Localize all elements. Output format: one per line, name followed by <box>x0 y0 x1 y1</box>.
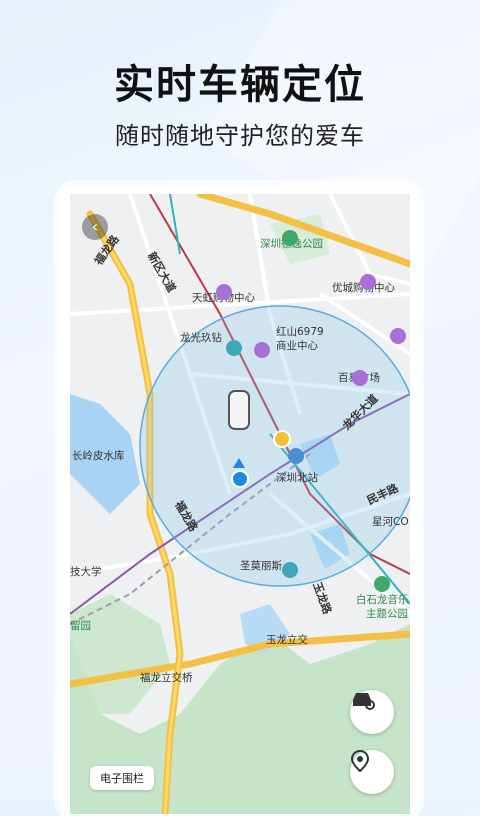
station-pin-icon <box>288 448 304 464</box>
shopping-pin-icon <box>216 284 232 300</box>
locate-button[interactable] <box>350 750 394 794</box>
building-pin-icon <box>226 340 242 356</box>
phone-mockup: ‹ 深圳德逸公园 天虹购物中心 优城购物中心 龙光玖钻 红山6979 商业中心 … <box>60 186 418 816</box>
page-title: 实时车辆定位 <box>114 62 366 108</box>
poi-hongshan-2: 商业中心 <box>276 340 318 352</box>
poi-longguang: 龙光玖钻 <box>180 332 222 344</box>
poi-baishilong-1: 白石龙音乐 <box>356 594 409 606</box>
location-icon <box>350 750 370 772</box>
poi-park-left: 留园 <box>70 620 91 632</box>
heading-arrow-icon <box>233 458 245 468</box>
car-marker-icon[interactable] <box>228 390 250 430</box>
geofence-button[interactable]: 电子围栏 <box>90 766 154 790</box>
shopping-pin-icon <box>352 370 368 386</box>
poi-shengmo: 圣莫丽斯 <box>240 560 282 572</box>
poi-baishilong-2: 主题公园 <box>366 608 408 620</box>
poi-university: 技大学 <box>70 566 102 578</box>
park-pin-icon <box>282 230 298 246</box>
car-search-button[interactable] <box>350 690 394 734</box>
shopping-pin-icon <box>390 328 406 344</box>
poi-yulong-interchange: 玉龙立交 <box>266 634 308 646</box>
map-view[interactable]: ‹ 深圳德逸公园 天虹购物中心 优城购物中心 龙光玖钻 红山6979 商业中心 … <box>70 194 410 814</box>
poi-changling: 长岭皮水库 <box>72 450 125 462</box>
back-button[interactable]: ‹ <box>82 214 108 240</box>
poi-hongshan-1: 红山6979 <box>276 326 324 338</box>
poi-shenzhen-north: 深圳北站 <box>276 472 318 484</box>
poi-xinghe: 星河CO <box>372 516 409 528</box>
building-pin-icon <box>282 562 298 578</box>
page-subtitle: 随时随地守护您的爱车 <box>115 122 365 150</box>
shopping-pin-icon <box>360 274 376 290</box>
location-pin-icon <box>273 430 291 448</box>
shopping-pin-icon <box>254 342 270 358</box>
car-icon <box>353 693 375 710</box>
user-location-icon <box>231 470 249 488</box>
park-pin-icon <box>374 576 390 592</box>
poi-fulong-interchange: 福龙立交桥 <box>140 672 193 684</box>
